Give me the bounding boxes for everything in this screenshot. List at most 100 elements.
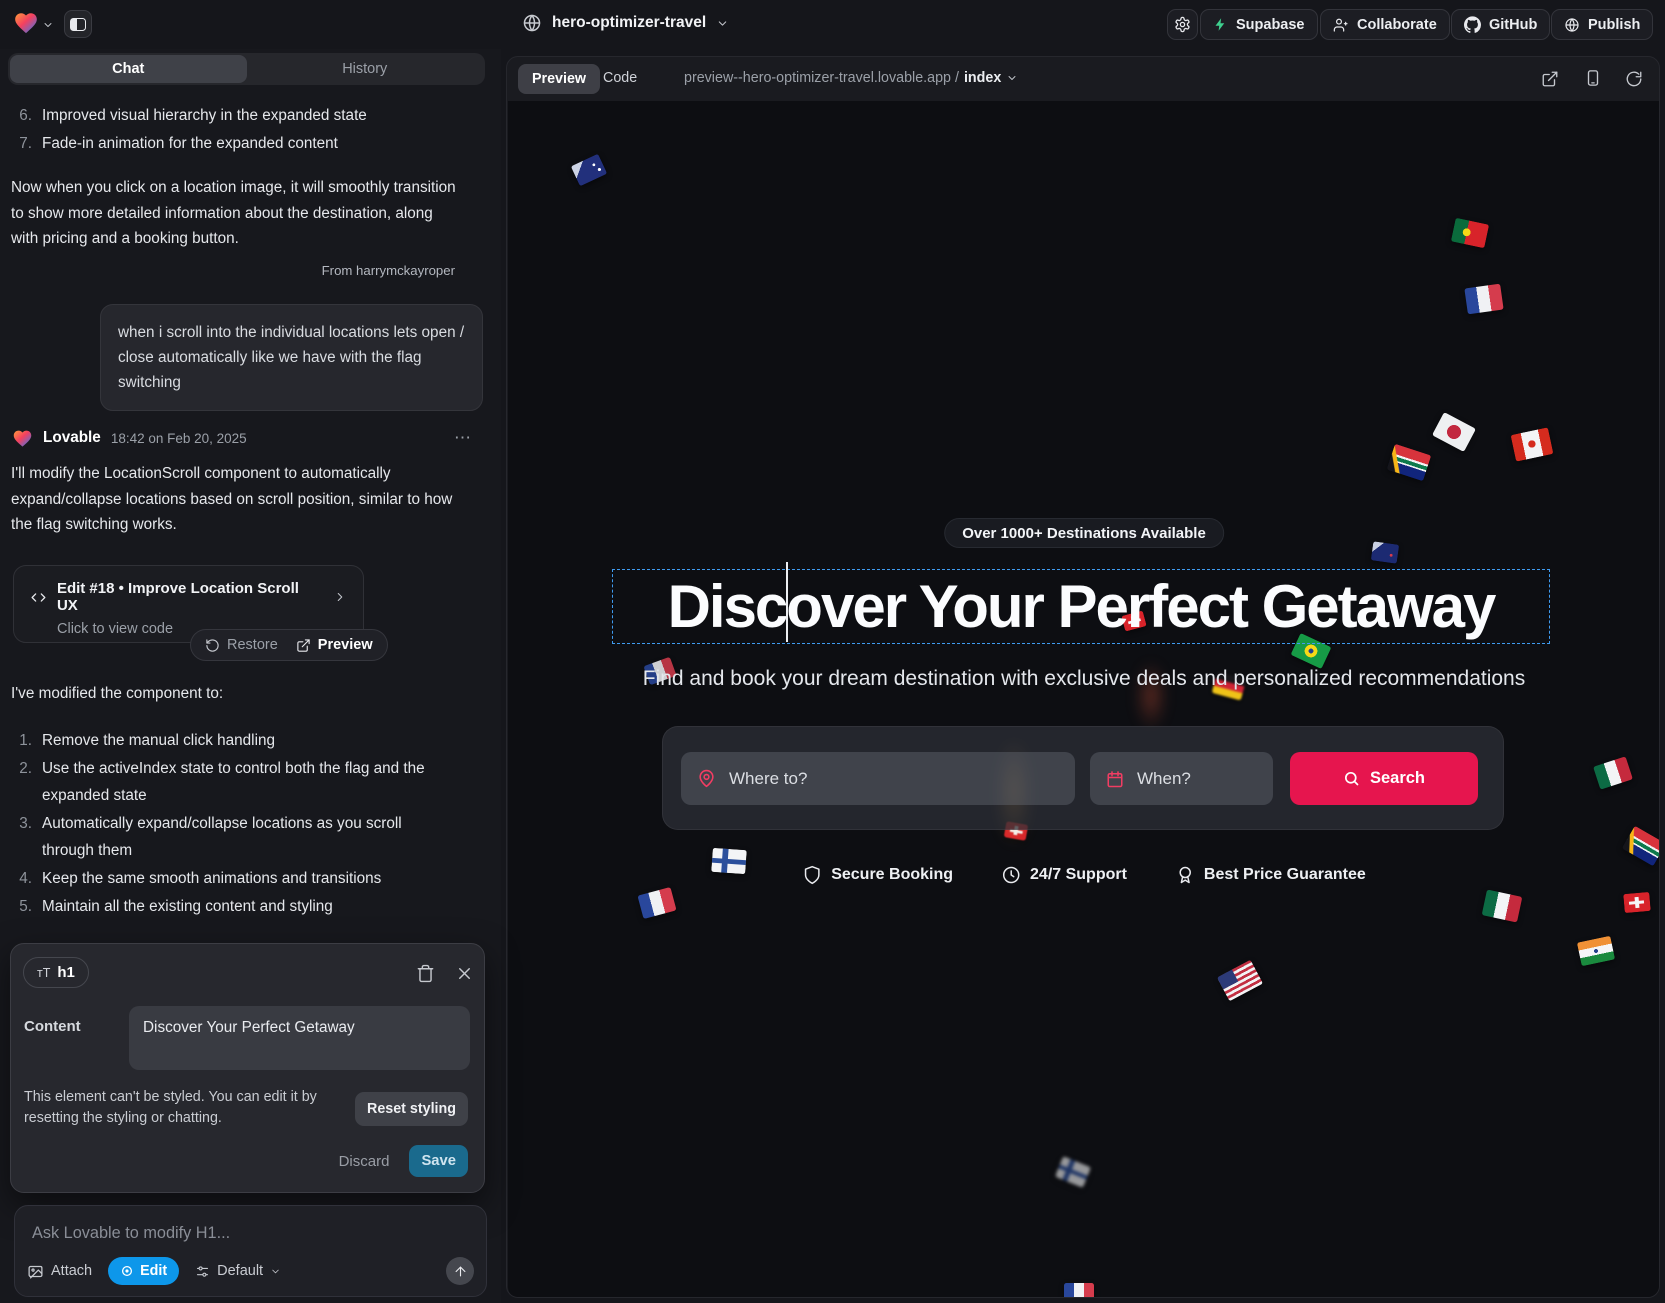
url-page: index (964, 70, 1001, 86)
assistant-message-header: Lovable 18:42 on Feb 20, 2025 ⋯ (12, 426, 472, 450)
flag-fr-icon (637, 887, 676, 919)
message-menu-icon[interactable]: ⋯ (454, 428, 472, 448)
users-icon (1333, 17, 1349, 33)
flag-za-icon (1622, 826, 1660, 867)
selected-element-badge: тT h1 (23, 957, 89, 988)
default-mode-button[interactable]: Default (195, 1263, 281, 1279)
where-to-input[interactable]: Where to? (681, 752, 1075, 805)
target-icon (120, 1264, 134, 1278)
flag-nz-icon (1371, 541, 1399, 563)
flag-fr-icon (1064, 1283, 1094, 1298)
save-button[interactable]: Save (409, 1145, 468, 1177)
url-chevron-down-icon (1006, 72, 1018, 84)
logo-chevron-down-icon[interactable] (42, 19, 54, 31)
supabase-button[interactable]: Supabase (1200, 9, 1318, 40)
search-icon (1343, 770, 1360, 787)
reset-styling-button[interactable]: Reset styling (355, 1092, 468, 1126)
image-icon (27, 1263, 44, 1280)
mobile-view-button[interactable] (1584, 69, 1602, 87)
lovable-heart-icon (12, 428, 33, 449)
code-icon (30, 589, 47, 606)
top-bar: hero-optimizer-travel Supabase Collabora… (0, 0, 1665, 49)
panel-left-icon (70, 18, 86, 31)
list-item: 1.Remove the manual click handling (12, 727, 464, 754)
close-icon (455, 964, 474, 983)
content-label: Content (24, 1018, 81, 1035)
feature-best-price: Best Price Guarantee (1175, 865, 1366, 885)
flag-au-icon (571, 154, 607, 187)
preview-url[interactable]: preview--hero-optimizer-travel.lovable.a… (684, 70, 1018, 86)
flag-fi-icon (711, 848, 747, 874)
assistant-paragraph: Now when you click on a location image, … (11, 175, 457, 252)
refresh-icon (1625, 70, 1643, 88)
flag-ca-icon (1511, 427, 1554, 461)
list-item: 3.Automatically expand/collapse location… (12, 810, 464, 864)
refresh-button[interactable] (1625, 70, 1643, 88)
restore-button[interactable]: Restore (205, 637, 278, 653)
when-placeholder: When? (1137, 769, 1191, 789)
lovable-logo-icon[interactable] (13, 10, 39, 36)
tab-code[interactable]: Code (603, 70, 637, 86)
chat-input-box[interactable]: Ask Lovable to modify H1... Attach Edit … (14, 1205, 487, 1297)
send-button[interactable] (446, 1257, 474, 1285)
element-editor-panel: тT h1 Content Discover Your Perfect Geta… (10, 943, 485, 1193)
external-link-icon (296, 638, 311, 653)
github-button[interactable]: GitHub (1451, 9, 1550, 40)
flag-jp-icon (1432, 412, 1476, 452)
github-icon (1464, 16, 1481, 33)
supabase-bolt-icon (1213, 17, 1228, 32)
tab-chat[interactable]: Chat (10, 55, 247, 83)
collaborate-button[interactable]: Collaborate (1320, 9, 1450, 40)
flag-za-icon (1387, 444, 1431, 481)
gear-icon (1174, 16, 1191, 33)
flag-us-icon (1217, 960, 1263, 1002)
edit-mode-button[interactable]: Edit (108, 1257, 179, 1285)
selected-tag-label: h1 (57, 964, 75, 981)
open-in-new-tab-button[interactable] (1541, 70, 1559, 88)
preview-toolbar: Preview Code preview--hero-optimizer-tra… (507, 57, 1659, 101)
list-item: 2.Use the activeIndex state to control b… (12, 755, 464, 809)
supabase-label: Supabase (1236, 17, 1305, 33)
close-panel-button[interactable] (455, 964, 474, 983)
tab-preview[interactable]: Preview (518, 64, 600, 94)
delete-element-button[interactable] (416, 964, 435, 983)
feature-secure-booking: Secure Booking (802, 865, 953, 885)
sidebar-toggle-button[interactable] (64, 10, 92, 38)
discard-button[interactable]: Discard (339, 1153, 390, 1170)
project-switcher[interactable]: hero-optimizer-travel (522, 13, 729, 33)
tab-history[interactable]: History (247, 55, 484, 83)
flag-in-icon (1577, 936, 1615, 967)
flag-mx-icon (1482, 890, 1523, 923)
flag-fr-icon (1464, 284, 1503, 315)
preview-panel: Preview Code preview--hero-optimizer-tra… (506, 56, 1660, 1298)
arrow-up-icon (453, 1264, 468, 1279)
chat-numbered-list-top: 6.Improved visual hierarchy in the expan… (12, 102, 464, 158)
chevron-down-icon (270, 1266, 281, 1277)
hero-heading[interactable]: Discover Your Perfect Getaway (612, 569, 1550, 644)
user-message-card: when i scroll into the individual locati… (100, 304, 483, 411)
publish-label: Publish (1588, 17, 1640, 33)
external-link-icon (1541, 70, 1559, 88)
restore-icon (205, 638, 220, 653)
smartphone-icon (1584, 69, 1602, 87)
publish-globe-icon (1564, 17, 1580, 33)
github-label: GitHub (1489, 17, 1537, 33)
attach-button[interactable]: Attach (27, 1263, 92, 1280)
url-base: preview--hero-optimizer-travel.lovable.a… (684, 70, 959, 86)
shield-icon (802, 865, 822, 885)
flag-ch-icon (1623, 892, 1651, 913)
feature-list: Secure Booking 24/7 Support Best Price G… (802, 865, 1366, 885)
publish-button[interactable]: Publish (1551, 9, 1653, 40)
chat-sidebar: Chat History 6.Improved visual hierarchy… (0, 49, 501, 1303)
user-message-text: when i scroll into the individual locati… (118, 324, 464, 391)
destinations-badge: Over 1000+ Destinations Available (944, 518, 1224, 548)
settings-button[interactable] (1167, 9, 1198, 40)
assistant-paragraph-3: I've modified the component to: (11, 681, 457, 707)
edit-card-title: Edit #18 • Improve Location Scroll UX (57, 580, 323, 614)
search-button[interactable]: Search (1290, 752, 1478, 805)
list-item: 7.Fade-in animation for the expanded con… (12, 130, 464, 157)
preview-version-button[interactable]: Preview (296, 637, 373, 653)
when-input[interactable]: When? (1090, 752, 1273, 805)
content-textarea[interactable]: Discover Your Perfect Getaway (129, 1006, 470, 1070)
flag-fi-icon (1055, 1156, 1091, 1188)
